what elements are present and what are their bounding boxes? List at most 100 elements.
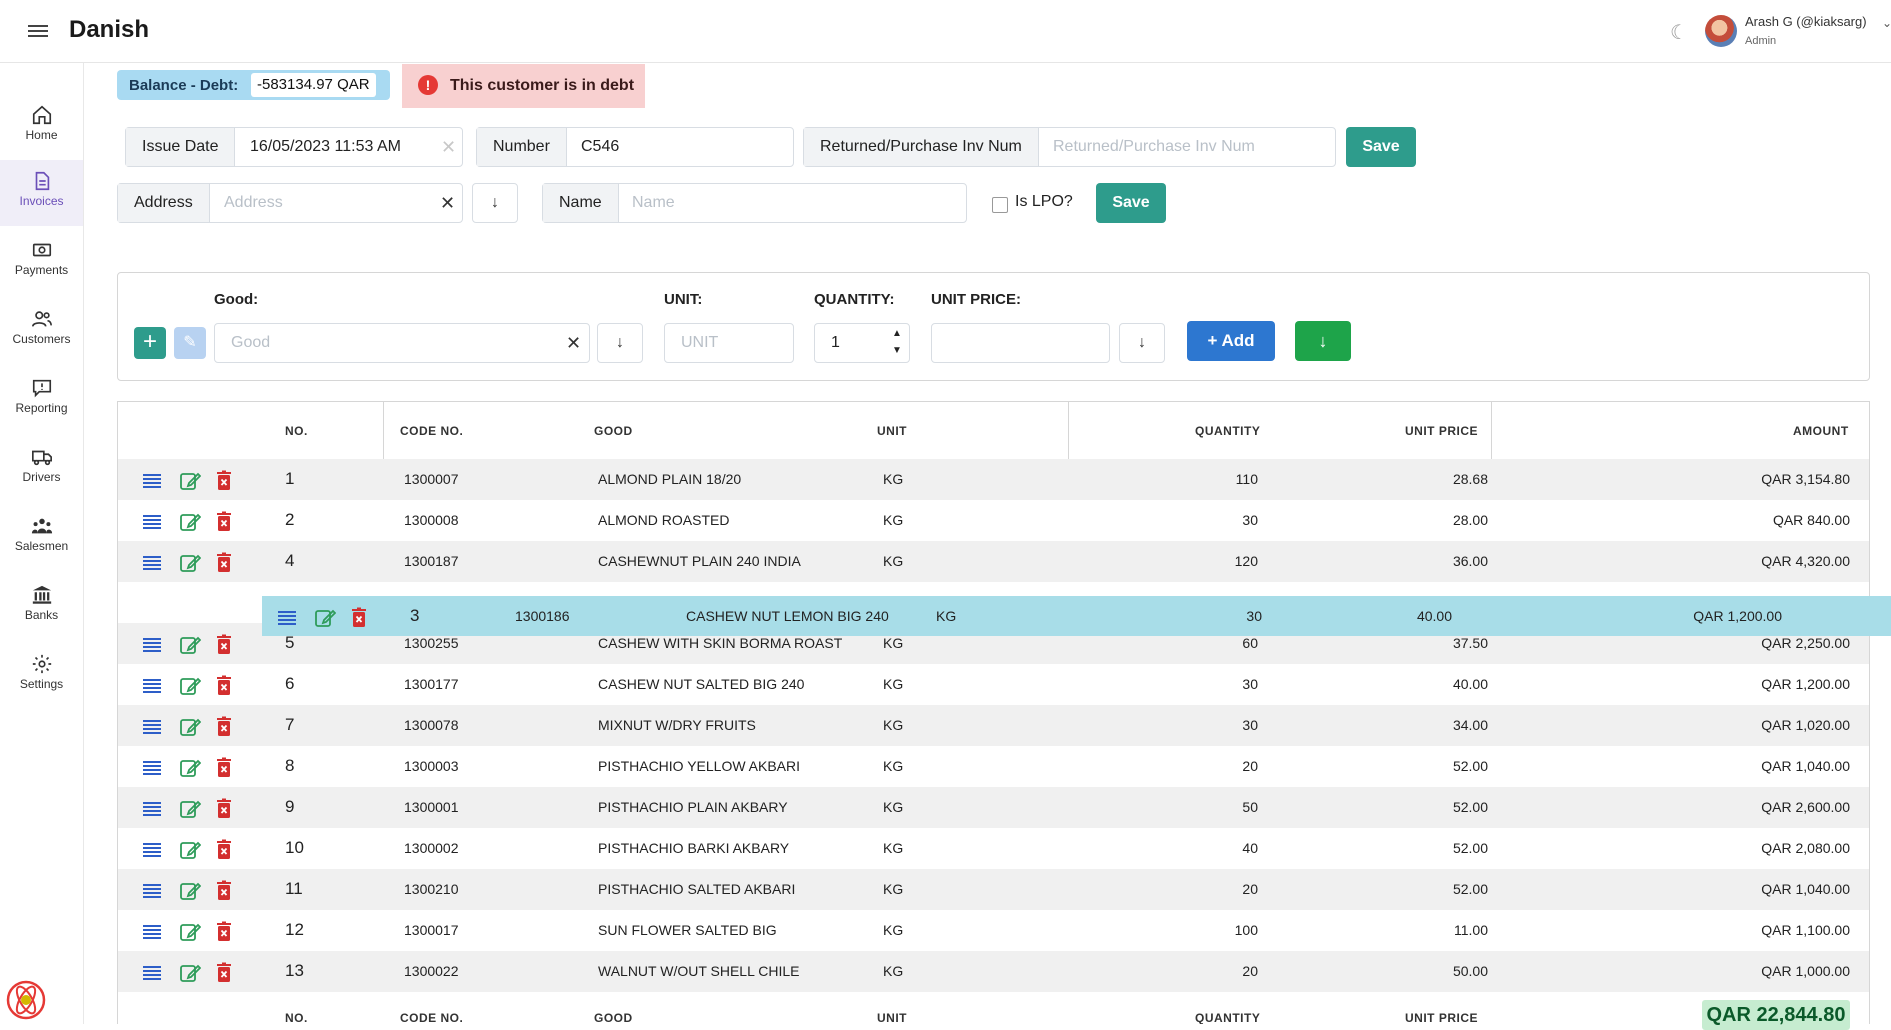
header-good[interactable]: GOOD [594,424,633,438]
sidebar-item-invoices[interactable]: Invoices [0,160,83,226]
edit-icon[interactable] [179,675,201,697]
clear-icon[interactable]: ✕ [566,333,581,354]
edit-icon[interactable] [179,962,201,984]
unit-price-input[interactable] [932,324,1109,362]
header-unit[interactable]: UNIT [877,424,907,438]
list-icon[interactable] [141,716,163,738]
add-good-button[interactable]: + [134,327,166,359]
edit-icon[interactable] [314,607,336,629]
list-icon[interactable] [141,634,163,656]
number-input[interactable] [567,128,793,166]
sidebar-item-home[interactable]: Home [0,94,83,160]
list-icon[interactable] [141,757,163,779]
good-label: Good: [214,291,259,308]
table-row[interactable]: 9 1300001 PISTHACHIO PLAIN AKBARY KG 50 … [118,787,1869,828]
list-icon[interactable] [141,511,163,533]
cell-no: 2 [285,510,295,529]
delete-icon[interactable] [213,962,235,984]
address-dropdown-button[interactable]: ↓ [472,183,518,223]
list-icon[interactable] [141,675,163,697]
table-row[interactable]: 12 1300017 SUN FLOWER SALTED BIG KG 100 … [118,910,1869,951]
issue-date-input[interactable] [236,128,436,166]
sidebar-item-customers[interactable]: Customers [0,298,83,364]
delete-icon[interactable] [348,607,370,629]
delete-icon[interactable] [213,552,235,574]
list-icon[interactable] [141,880,163,902]
delete-icon[interactable] [213,757,235,779]
react-logo-icon[interactable] [6,980,46,1020]
delete-icon[interactable] [213,716,235,738]
table-row[interactable]: 11 1300210 PISTHACHIO SALTED AKBARI KG 2… [118,869,1869,910]
delete-icon[interactable] [213,921,235,943]
returned-inv-input[interactable] [1039,128,1335,166]
table-row[interactable]: 6 1300177 CASHEW NUT SALTED BIG 240 KG 3… [118,664,1869,705]
table-row[interactable]: 1 1300007 ALMOND PLAIN 18/20 KG 110 28.6… [118,459,1869,500]
clear-icon[interactable]: ✕ [441,137,456,158]
import-down-button[interactable]: ↓ [1295,321,1351,361]
good-dropdown-button[interactable]: ↓ [597,323,643,363]
spin-up-icon[interactable]: ▲ [892,328,902,339]
sidebar-item-salesmen[interactable]: Salesmen [0,505,83,571]
menu-icon[interactable] [28,22,48,40]
list-icon[interactable] [141,798,163,820]
header-quantity[interactable]: QUANTITY [1195,424,1260,438]
sidebar-item-settings[interactable]: Settings [0,643,83,709]
delete-icon[interactable] [213,880,235,902]
spin-down-icon[interactable]: ▼ [892,345,902,356]
name-input[interactable] [618,184,966,222]
edit-icon[interactable] [179,839,201,861]
lpo-checkbox[interactable] [992,197,1008,213]
list-icon[interactable] [141,470,163,492]
cell-unit: KG [883,635,904,651]
edit-icon[interactable] [179,880,201,902]
sidebar-item-reporting[interactable]: Reporting [0,367,83,433]
delete-icon[interactable] [213,511,235,533]
list-icon[interactable] [141,552,163,574]
edit-icon[interactable] [179,798,201,820]
save-button[interactable]: Save [1346,127,1416,167]
clear-icon[interactable]: ✕ [440,193,455,214]
sidebar-item-payments[interactable]: Payments [0,229,83,295]
address-input[interactable] [210,184,430,222]
delete-icon[interactable] [213,839,235,861]
edit-icon[interactable] [179,757,201,779]
edit-good-button[interactable]: ✎ [174,327,206,359]
list-icon[interactable] [141,839,163,861]
table-row[interactable]: 7 1300078 MIXNUT W/DRY FRUITS KG 30 34.0… [118,705,1869,746]
chevron-down-icon[interactable]: ⌄ [1882,16,1891,30]
edit-icon[interactable] [179,470,201,492]
header-amount[interactable]: AMOUNT [1793,424,1849,438]
quantity-input[interactable] [815,324,885,362]
dark-mode-icon[interactable]: ☾ [1670,20,1688,45]
good-input[interactable] [215,324,555,362]
price-dropdown-button[interactable]: ↓ [1119,323,1165,363]
edit-icon[interactable] [179,716,201,738]
edit-icon[interactable] [179,634,201,656]
sidebar-item-banks[interactable]: Banks [0,574,83,640]
add-item-button[interactable]: + Add [1187,321,1275,361]
edit-icon[interactable] [179,921,201,943]
delete-icon[interactable] [213,675,235,697]
sidebar-item-drivers[interactable]: Drivers [0,436,83,502]
header-no[interactable]: NO. [285,424,308,438]
table-row[interactable]: 8 1300003 PISTHACHIO YELLOW AKBARI KG 20… [118,746,1869,787]
unit-input[interactable] [665,324,793,362]
header-code[interactable]: CODE NO. [400,424,463,438]
dragged-table-row[interactable]: 3 1300186 CASHEW NUT LEMON BIG 240 KG 30… [262,596,1891,636]
header-unit-price[interactable]: UNIT PRICE [1405,424,1478,438]
save-name-button[interactable]: Save [1096,183,1166,223]
table-row[interactable]: 10 1300002 PISTHACHIO BARKI AKBARY KG 40… [118,828,1869,869]
delete-icon[interactable] [213,634,235,656]
edit-icon[interactable] [179,511,201,533]
list-icon[interactable] [141,962,163,984]
user-name[interactable]: Arash G (@kiaksarg) [1745,14,1867,29]
table-row[interactable]: 2 1300008 ALMOND ROASTED KG 30 28.00 QAR… [118,500,1869,541]
table-row[interactable]: 13 1300022 WALNUT W/OUT SHELL CHILE KG 2… [118,951,1869,992]
list-icon[interactable] [276,607,298,629]
delete-icon[interactable] [213,798,235,820]
edit-icon[interactable] [179,552,201,574]
list-icon[interactable] [141,921,163,943]
table-row[interactable]: 4 1300187 CASHEWNUT PLAIN 240 INDIA KG 1… [118,541,1869,582]
avatar[interactable] [1705,15,1737,47]
delete-icon[interactable] [213,470,235,492]
